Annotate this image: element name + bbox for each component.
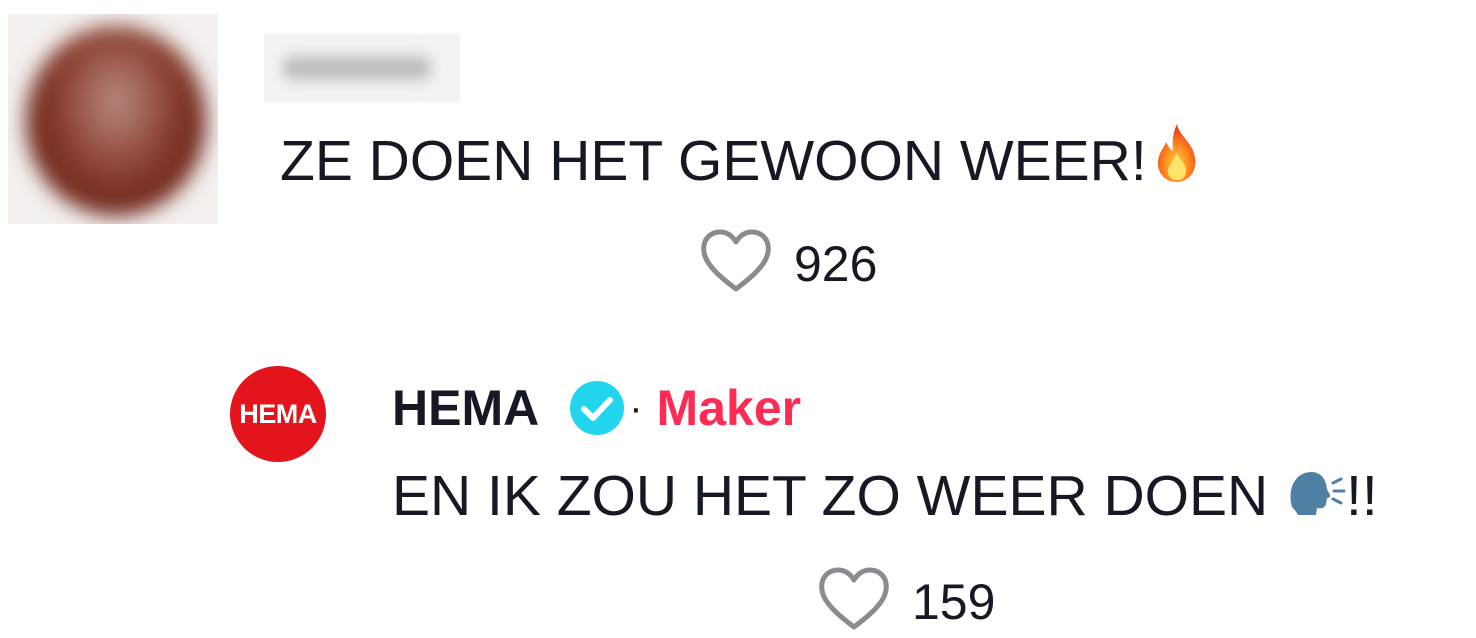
reply-body: EN IK ZOU HET ZO WEER DOEN !! <box>392 462 1378 534</box>
hema-avatar[interactable]: HEMA <box>230 366 326 462</box>
reply-like[interactable]: 159 <box>818 566 995 637</box>
reply-author-name[interactable]: HEMA <box>392 378 539 438</box>
comment-like[interactable]: 926 <box>700 228 877 299</box>
separator-dot: · <box>629 386 643 430</box>
comment-body: ZE DOEN HET GEWOON WEER! <box>280 122 1205 199</box>
commenter-avatar[interactable] <box>8 14 218 224</box>
fire-emoji-icon <box>1149 122 1205 199</box>
reply-text: EN IK ZOU HET ZO WEER DOEN <box>392 464 1285 528</box>
reply-suffix: !! <box>1346 464 1378 528</box>
hema-logo-text: HEMA <box>239 398 317 429</box>
comment-text: ZE DOEN HET GEWOON WEER! <box>280 129 1147 193</box>
reply-header: HEMA · Maker <box>392 378 801 438</box>
heart-outline-icon[interactable] <box>818 566 890 637</box>
maker-badge: Maker <box>656 380 802 436</box>
like-count: 926 <box>794 235 878 292</box>
heart-outline-icon[interactable] <box>700 228 772 299</box>
blurred-username <box>282 56 432 80</box>
commenter-username-redacted[interactable] <box>264 34 460 102</box>
blurred-avatar-image <box>26 26 206 216</box>
verified-badge-icon <box>569 380 625 436</box>
like-count: 159 <box>912 573 996 630</box>
speaking-head-emoji-icon <box>1286 466 1346 534</box>
